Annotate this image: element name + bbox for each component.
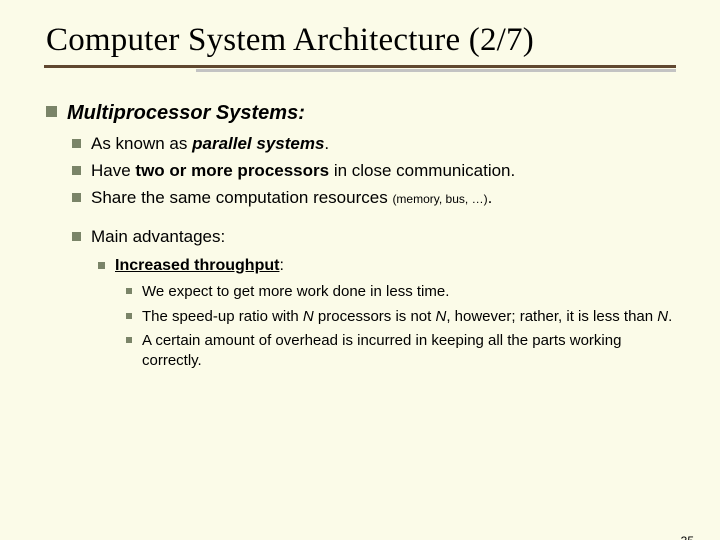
lv1-text: Multiprocessor Systems: bbox=[67, 100, 305, 127]
lv4-text: The speed-up ratio with N processors is … bbox=[142, 307, 672, 327]
square-bullet-icon bbox=[72, 166, 81, 175]
bullet-lv4: We expect to get more work done in less … bbox=[126, 282, 674, 302]
slide-title: Computer System Architecture (2/7) bbox=[46, 22, 720, 59]
square-bullet-icon bbox=[126, 288, 132, 294]
lv2-text: Have two or more processors in close com… bbox=[91, 160, 515, 183]
bullet-lv2: Share the same computation resources (me… bbox=[72, 187, 674, 210]
bullet-lv4: The speed-up ratio with N processors is … bbox=[126, 307, 674, 327]
bullet-lv2: Have two or more processors in close com… bbox=[72, 160, 674, 183]
bullet-lv2: Main advantages: bbox=[72, 226, 674, 249]
square-bullet-icon bbox=[72, 139, 81, 148]
bullet-lv1: Multiprocessor Systems: bbox=[46, 100, 674, 127]
lv4-text: We expect to get more work done in less … bbox=[142, 282, 449, 302]
slide-body: Multiprocessor Systems: As known as para… bbox=[46, 100, 674, 371]
bullet-lv4: A certain amount of overhead is incurred… bbox=[126, 331, 674, 372]
page-number: 35 bbox=[681, 534, 694, 540]
lv2-text: As known as parallel systems. bbox=[91, 133, 329, 156]
slide: Computer System Architecture (2/7) Multi… bbox=[0, 22, 720, 540]
lv3-text: Increased throughput: bbox=[115, 255, 284, 277]
title-underline bbox=[44, 65, 676, 72]
square-bullet-icon bbox=[72, 232, 81, 241]
square-bullet-icon bbox=[72, 193, 81, 202]
lv4-text: A certain amount of overhead is incurred… bbox=[142, 331, 674, 372]
lv2-text: Share the same computation resources (me… bbox=[91, 187, 492, 210]
square-bullet-icon bbox=[126, 313, 132, 319]
square-bullet-icon bbox=[46, 106, 57, 117]
lv2-text: Main advantages: bbox=[91, 226, 225, 249]
square-bullet-icon bbox=[98, 262, 105, 269]
bullet-lv3: Increased throughput: bbox=[98, 255, 674, 277]
square-bullet-icon bbox=[126, 337, 132, 343]
bullet-lv2: As known as parallel systems. bbox=[72, 133, 674, 156]
